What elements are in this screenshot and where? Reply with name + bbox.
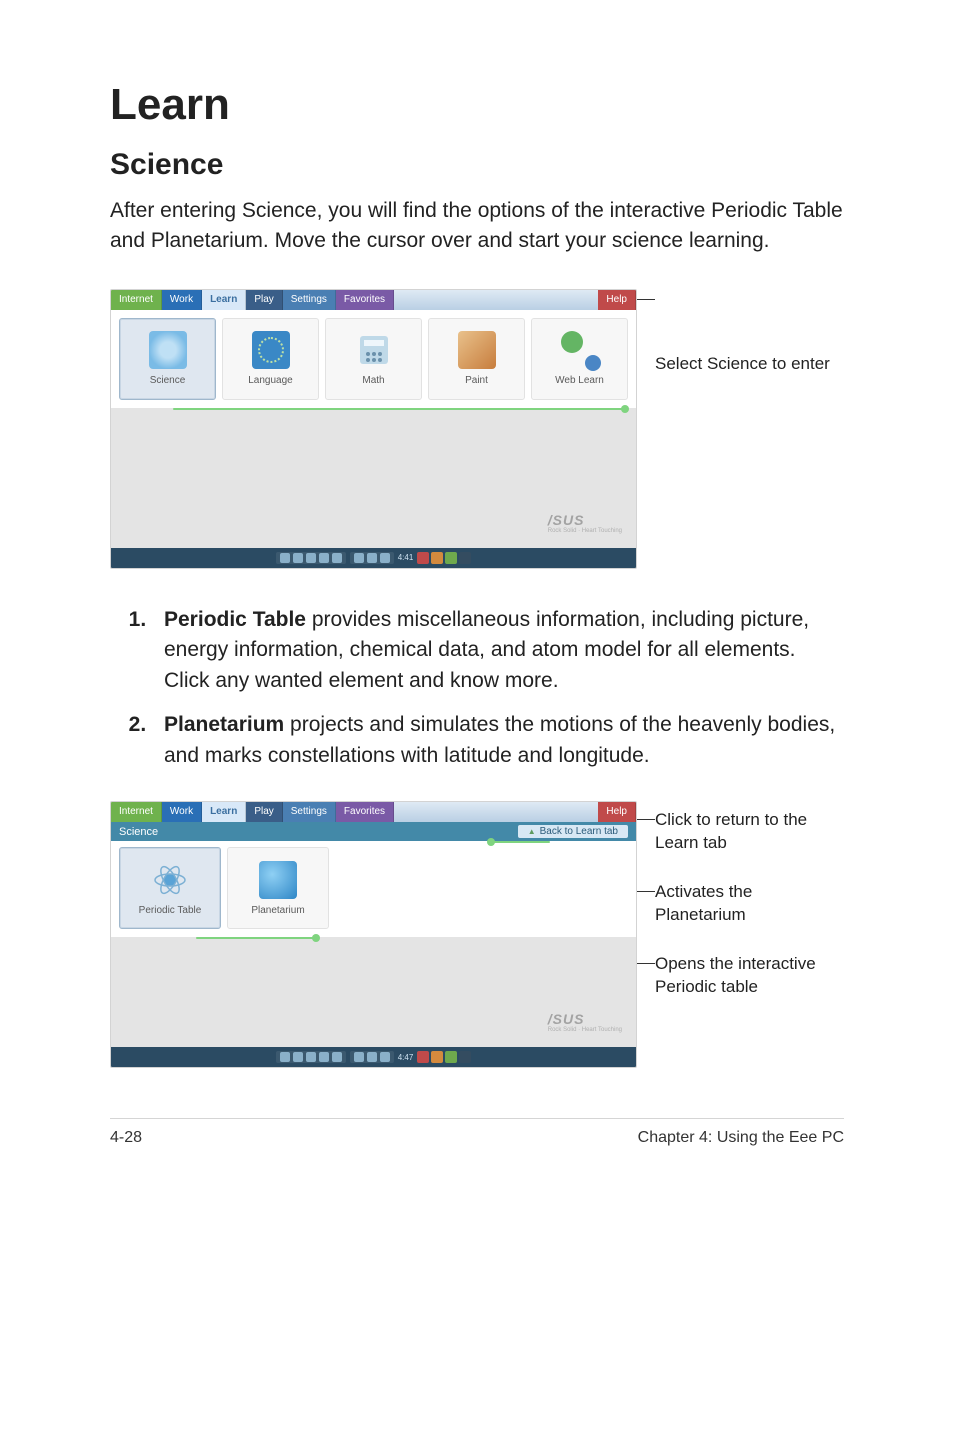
web-learn-icon bbox=[561, 331, 599, 369]
planet-icon bbox=[259, 861, 297, 899]
taskbar-clock: 4:47 bbox=[398, 1053, 414, 1062]
tab-learn: Learn bbox=[202, 290, 246, 310]
taskbar-window-controls bbox=[417, 1051, 471, 1063]
callout-line-sub bbox=[196, 937, 319, 939]
taskbar-clock: 4:41 bbox=[398, 553, 414, 562]
screenshot-learn-tab: Internet Work Learn Play Settings Favori… bbox=[110, 289, 637, 569]
tab-work: Work bbox=[162, 290, 202, 310]
brand-logo: /SUS Rock Solid · Heart Touching bbox=[548, 1011, 622, 1033]
feature-list: Periodic Table provides miscellaneous in… bbox=[110, 605, 844, 771]
footer-chapter-title: Chapter 4: Using the Eee PC bbox=[638, 1129, 844, 1147]
calculator-icon bbox=[355, 331, 393, 369]
launcher-science: Science bbox=[119, 318, 216, 400]
callout-line-back bbox=[488, 841, 550, 843]
footer-page-number: 4-28 bbox=[110, 1129, 142, 1147]
caption-select-science: Select Science to enter bbox=[655, 289, 844, 376]
launcher-planetarium: Planetarium bbox=[227, 847, 329, 929]
tab-settings: Settings bbox=[283, 802, 336, 822]
launcher-science-label: Science bbox=[150, 375, 186, 386]
screenshot-science-submenu: Internet Work Learn Play Settings Favori… bbox=[110, 801, 637, 1068]
launcher-language-label: Language bbox=[248, 375, 293, 386]
launcher-paint: Paint bbox=[428, 318, 525, 400]
periodic-table-icon bbox=[151, 861, 189, 899]
atom-icon bbox=[149, 331, 187, 369]
launcher-math: Math bbox=[325, 318, 422, 400]
launcher-weblearn-label: Web Learn bbox=[555, 375, 604, 386]
launcher-periodic-table: Periodic Table bbox=[119, 847, 221, 929]
caption-periodic-table: Opens the interactive Periodic table bbox=[655, 953, 844, 999]
tab-play: Play bbox=[246, 802, 282, 822]
tab-help: Help bbox=[598, 290, 636, 310]
tab-internet: Internet bbox=[111, 802, 162, 822]
tab-favorites: Favorites bbox=[336, 802, 394, 822]
taskbar: 4:47 bbox=[111, 1047, 636, 1067]
launcher-weblearn: Web Learn bbox=[531, 318, 628, 400]
callout-connector bbox=[637, 299, 655, 300]
page-title: Learn bbox=[110, 80, 844, 130]
list-item-periodic: Periodic Table provides miscellaneous in… bbox=[152, 605, 844, 696]
launcher-periodic-label: Periodic Table bbox=[139, 905, 202, 916]
section-heading: Science bbox=[110, 148, 844, 182]
taskbar-window-controls bbox=[417, 552, 471, 564]
globe-icon bbox=[252, 331, 290, 369]
tab-internet: Internet bbox=[111, 290, 162, 310]
intro-paragraph: After entering Science, you will find th… bbox=[110, 196, 844, 257]
tab-learn: Learn bbox=[202, 802, 246, 822]
back-to-learn-button: Back to Learn tab bbox=[518, 825, 628, 838]
callout-line bbox=[173, 408, 628, 410]
callout-connector bbox=[637, 819, 655, 820]
launcher-language: Language bbox=[222, 318, 319, 400]
tab-play: Play bbox=[246, 290, 282, 310]
brand-logo: /SUS Rock Solid · Heart Touching bbox=[548, 512, 622, 534]
launcher-math-label: Math bbox=[362, 375, 384, 386]
tab-settings: Settings bbox=[283, 290, 336, 310]
launcher-paint-label: Paint bbox=[465, 375, 488, 386]
tab-work: Work bbox=[162, 802, 202, 822]
taskbar: 4:41 bbox=[111, 548, 636, 568]
breadcrumb-science: Science bbox=[119, 826, 158, 838]
palette-icon bbox=[458, 331, 496, 369]
tab-help: Help bbox=[598, 802, 636, 822]
launcher-planetarium-label: Planetarium bbox=[251, 905, 304, 916]
callout-connector bbox=[637, 963, 655, 964]
caption-planetarium: Activates the Planetarium bbox=[655, 881, 844, 927]
callout-connector bbox=[637, 891, 655, 892]
caption-back-to-learn: Click to return to the Learn tab bbox=[655, 809, 844, 855]
list-item-planetarium: Planetarium projects and simulates the m… bbox=[152, 710, 844, 771]
tab-favorites: Favorites bbox=[336, 290, 394, 310]
